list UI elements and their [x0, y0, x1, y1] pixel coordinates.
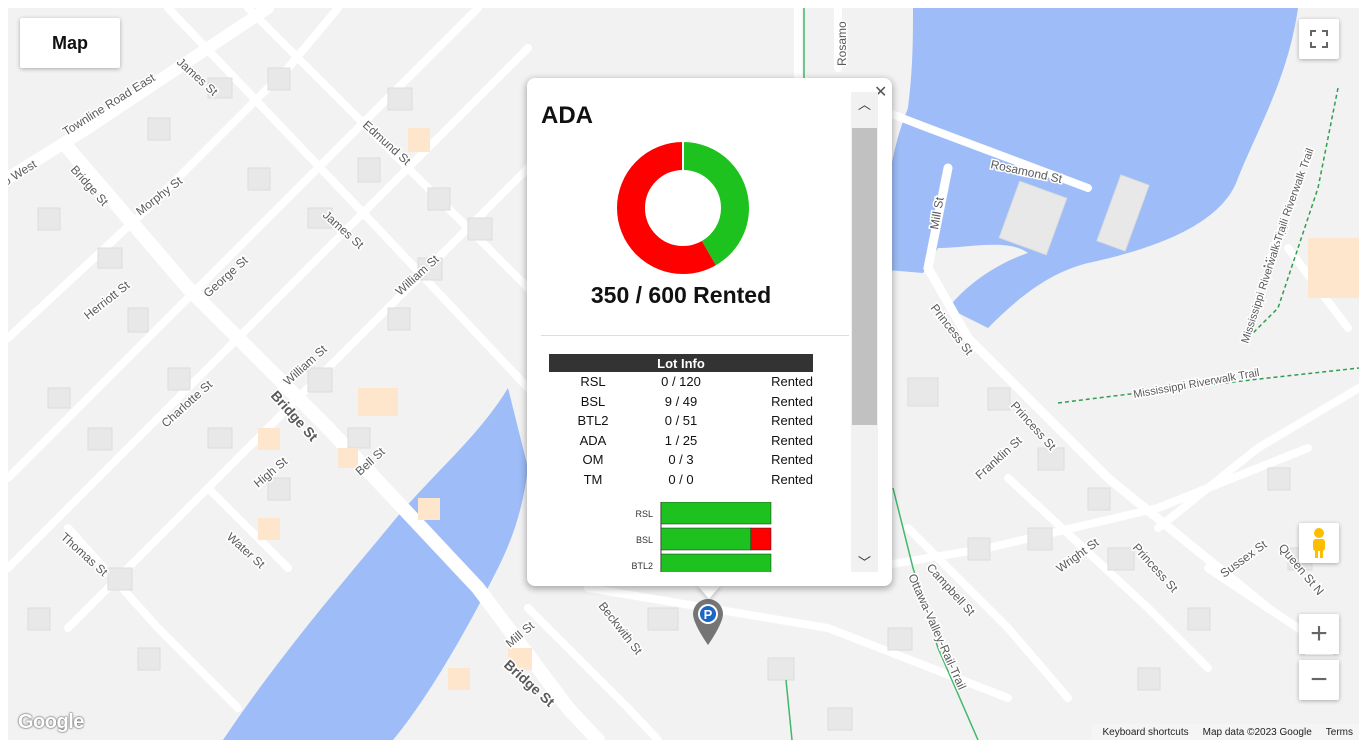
info-window: ✕ ADA 350 / 600 Rented Lot Info RSL 0 / 1… — [527, 78, 892, 586]
bar-segment — [660, 527, 752, 551]
info-window-content[interactable]: ADA 350 / 600 Rented Lot Info RSL 0 / 120… — [541, 92, 849, 572]
street-view-pegman-button[interactable] — [1299, 523, 1339, 563]
pegman-icon — [1313, 528, 1325, 558]
fullscreen-icon — [1310, 30, 1328, 48]
svg-text:P: P — [704, 607, 713, 622]
scroll-down-icon[interactable]: ﹀ — [851, 550, 878, 572]
map-data-text: Map data ©2023 Google — [1202, 726, 1312, 738]
map-canvas[interactable]: Townline Road East o West Bridge St Brid… — [8, 8, 1359, 740]
lot-count: 0 / 3 — [668, 452, 694, 468]
table-row: BTL2 0 / 51 Rented — [549, 411, 813, 431]
lot-title: ADA — [541, 102, 593, 129]
lot-count: 1 / 25 — [664, 432, 698, 448]
popup-scrollbar[interactable]: ︿ ﹀ — [851, 92, 878, 572]
bar-category-label: BTL2 — [631, 561, 653, 571]
lot-name: BTL2 — [577, 413, 609, 429]
rented-summary: 350 / 600 Rented — [590, 282, 772, 308]
table-row: TM 0 / 0 Rented — [549, 470, 813, 490]
lot-count: 9 / 49 — [664, 393, 698, 409]
lot-count: 0 / 120 — [661, 374, 701, 390]
lot-status: Rented — [771, 413, 813, 429]
lot-name: TM — [583, 471, 603, 487]
street-label: Beckwith St — [596, 599, 646, 658]
lot-bar-chart: RSL BSL BTL2 — [631, 502, 772, 572]
lot-status: Rented — [771, 393, 813, 409]
street-label: Mississippi Riverwalk Trail — [1239, 220, 1290, 345]
divider — [541, 335, 849, 336]
lot-name: BSL — [580, 393, 606, 409]
occupancy-donut-chart — [617, 142, 749, 274]
street-label: Mississippi Riverwalk Trail — [1132, 367, 1260, 401]
zoom-out-button[interactable]: − — [1299, 660, 1339, 700]
bar-segment — [660, 553, 772, 572]
lot-info-table: Lot Info RSL 0 / 120 Rented BSL 9 / 49 Rente… — [549, 354, 813, 489]
bar-category-label: RSL — [635, 509, 653, 519]
zoom-in-button[interactable]: + — [1299, 614, 1339, 654]
lot-info-header: Lot Info — [549, 354, 813, 372]
street-label: Townline Road East — [60, 70, 158, 138]
map-type-button[interactable]: Map — [20, 18, 120, 68]
table-row: BSL 9 / 49 Rented — [549, 392, 813, 412]
street-label: Morphy St — [133, 173, 185, 218]
plus-icon: + — [1310, 617, 1328, 650]
lot-status: Rented — [771, 452, 813, 468]
scrollbar-thumb[interactable] — [852, 128, 877, 425]
table-row: RSL 0 / 120 Rented — [549, 372, 813, 392]
lot-count: 0 / 0 — [668, 471, 694, 487]
street-label: Sussex St — [1218, 537, 1270, 580]
scroll-up-icon[interactable]: ︿ — [851, 92, 878, 114]
google-logo: Google — [18, 711, 84, 733]
lot-status: Rented — [771, 374, 813, 390]
lot-status: Rented — [771, 432, 813, 448]
street-label: Rosamo — [835, 21, 849, 66]
lot-name: OM — [582, 452, 604, 468]
bar-category-label: BSL — [636, 535, 653, 545]
map-attribution: Keyboard shortcuts Map data ©2023 Google… — [1092, 724, 1359, 740]
keyboard-shortcuts-link[interactable]: Keyboard shortcuts — [1102, 727, 1188, 738]
table-row: ADA 1 / 25 Rented — [549, 431, 813, 451]
bar-segment — [750, 527, 772, 551]
minus-icon: − — [1310, 663, 1328, 696]
bar-segment — [660, 502, 772, 525]
street-label: Franklin St — [973, 433, 1025, 482]
lot-status: Rented — [771, 471, 813, 487]
street-label: Herriott St — [81, 278, 133, 323]
street-label: Princess St — [1130, 541, 1181, 596]
table-row: OM 0 / 3 Rented — [549, 450, 813, 470]
street-label: Thomas St — [58, 530, 111, 580]
lot-name: RSL — [580, 374, 606, 390]
zoom-divider — [1305, 654, 1333, 655]
lot-name: ADA — [579, 432, 607, 448]
terms-link[interactable]: Terms — [1326, 727, 1353, 738]
lot-count: 0 / 51 — [664, 413, 698, 429]
popup-tail — [697, 585, 721, 599]
fullscreen-button[interactable] — [1299, 19, 1339, 59]
parking-marker-icon[interactable]: P — [691, 598, 725, 646]
